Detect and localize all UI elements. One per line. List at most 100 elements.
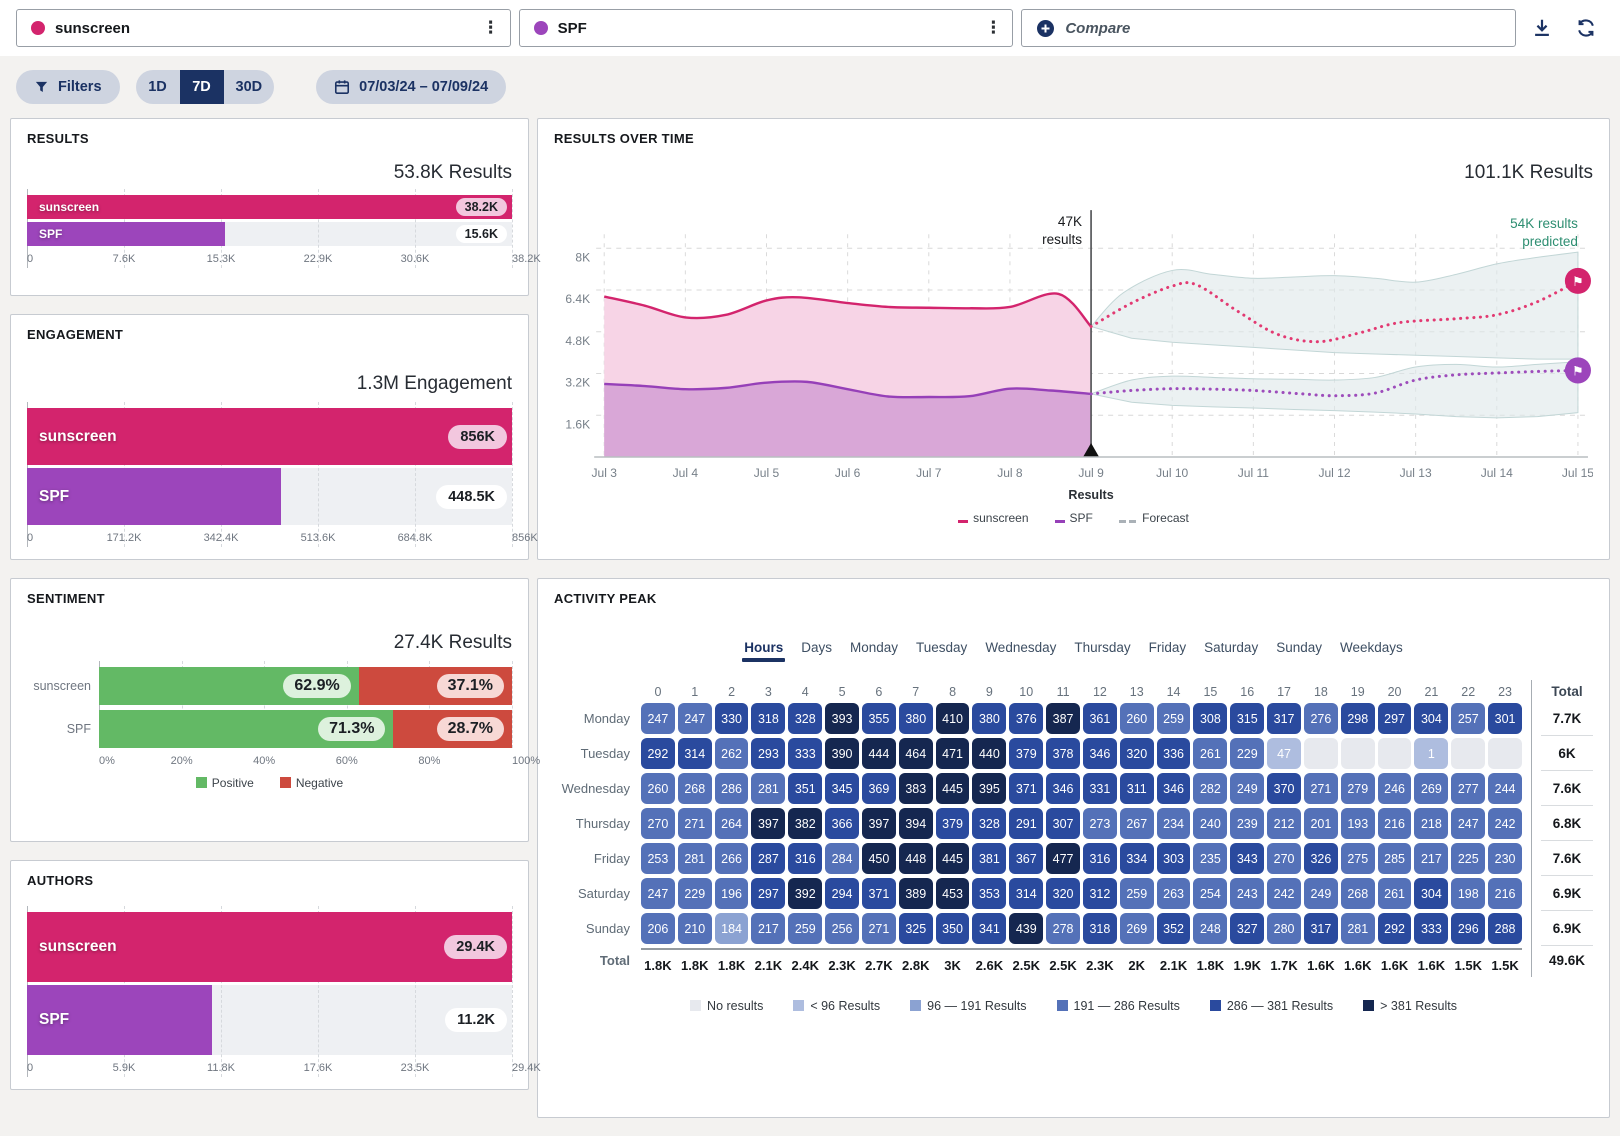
heatmap-cell[interactable]: 316 — [1083, 843, 1117, 874]
heatmap-cell[interactable]: 249 — [1230, 773, 1264, 804]
heatmap-cell[interactable]: 254 — [1193, 878, 1227, 909]
heatmap-cell[interactable]: 249 — [1304, 878, 1338, 909]
tab-sunday[interactable]: Sunday — [1276, 640, 1322, 662]
heatmap-cell[interactable] — [1451, 738, 1485, 769]
heatmap-cell[interactable]: 259 — [1120, 878, 1154, 909]
heatmap-cell[interactable]: 268 — [1341, 878, 1375, 909]
heatmap-cell[interactable]: 242 — [1488, 808, 1522, 839]
heatmap-cell[interactable]: 206 — [641, 913, 675, 944]
heatmap-cell[interactable]: 371 — [862, 878, 896, 909]
heatmap-cell[interactable]: 334 — [1120, 843, 1154, 874]
bar-SPF[interactable]: SPF — [27, 468, 281, 525]
heatmap-cell[interactable]: 246 — [1378, 773, 1412, 804]
kebab-menu-icon[interactable]: ⋮ — [480, 18, 502, 38]
heatmap-cell[interactable]: 288 — [1488, 913, 1522, 944]
heatmap-cell[interactable]: 271 — [862, 913, 896, 944]
heatmap-cell[interactable]: 212 — [1267, 808, 1301, 839]
heatmap-cell[interactable]: 269 — [1414, 773, 1448, 804]
heatmap-cell[interactable]: 345 — [825, 773, 859, 804]
heatmap-cell[interactable]: 308 — [1193, 703, 1227, 734]
heatmap-cell[interactable]: 326 — [1304, 843, 1338, 874]
segment-negative[interactable]: 37.1% — [359, 667, 512, 705]
heatmap-cell[interactable]: 239 — [1230, 808, 1264, 839]
heatmap-cell[interactable]: 262 — [715, 738, 749, 769]
heatmap-cell[interactable]: 230 — [1488, 843, 1522, 874]
heatmap-cell[interactable]: 267 — [1120, 808, 1154, 839]
heatmap-cell[interactable]: 216 — [1488, 878, 1522, 909]
heatmap-cell[interactable]: 387 — [1046, 703, 1080, 734]
heatmap-cell[interactable]: 282 — [1193, 773, 1227, 804]
heatmap-cell[interactable]: 287 — [751, 843, 785, 874]
heatmap-cell[interactable]: 393 — [825, 703, 859, 734]
heatmap-cell[interactable]: 243 — [1230, 878, 1264, 909]
tab-monday[interactable]: Monday — [850, 640, 898, 662]
download-button[interactable] — [1524, 10, 1560, 46]
heatmap-cell[interactable]: 361 — [1083, 703, 1117, 734]
heatmap-cell[interactable] — [1304, 738, 1338, 769]
heatmap-cell[interactable]: 264 — [715, 808, 749, 839]
heatmap-cell[interactable]: 184 — [715, 913, 749, 944]
heatmap-cell[interactable]: 279 — [1341, 773, 1375, 804]
segment-positive[interactable]: 71.3% — [99, 710, 393, 748]
heatmap-cell[interactable]: 277 — [1451, 773, 1485, 804]
heatmap-cell[interactable]: 293 — [751, 738, 785, 769]
tab-hours[interactable]: Hours — [744, 640, 783, 662]
heatmap-cell[interactable]: 392 — [788, 878, 822, 909]
heatmap-cell[interactable]: 229 — [678, 878, 712, 909]
heatmap-cell[interactable]: 410 — [936, 703, 970, 734]
heatmap-cell[interactable]: 312 — [1083, 878, 1117, 909]
heatmap-cell[interactable]: 234 — [1157, 808, 1191, 839]
heatmap-cell[interactable]: 1 — [1414, 738, 1448, 769]
heatmap-cell[interactable]: 464 — [899, 738, 933, 769]
heatmap-cell[interactable]: 320 — [1120, 738, 1154, 769]
heatmap-cell[interactable]: 390 — [825, 738, 859, 769]
heatmap-cell[interactable]: 253 — [641, 843, 675, 874]
heatmap-cell[interactable]: 444 — [862, 738, 896, 769]
heatmap-cell[interactable]: 307 — [1046, 808, 1080, 839]
range-option-30D[interactable]: 30D — [224, 70, 275, 104]
heatmap-cell[interactable]: 383 — [899, 773, 933, 804]
heatmap-cell[interactable]: 328 — [972, 808, 1006, 839]
heatmap-cell[interactable]: 217 — [751, 913, 785, 944]
refresh-button[interactable] — [1568, 10, 1604, 46]
heatmap-cell[interactable]: 355 — [862, 703, 896, 734]
heatmap-cell[interactable]: 477 — [1046, 843, 1080, 874]
heatmap-cell[interactable]: 297 — [1378, 703, 1412, 734]
heatmap-cell[interactable]: 242 — [1267, 878, 1301, 909]
heatmap-cell[interactable]: 382 — [788, 808, 822, 839]
heatmap-cell[interactable]: 260 — [641, 773, 675, 804]
heatmap-cell[interactable]: 333 — [1414, 913, 1448, 944]
heatmap-cell[interactable]: 248 — [1193, 913, 1227, 944]
heatmap-cell[interactable]: 271 — [1304, 773, 1338, 804]
heatmap-cell[interactable]: 257 — [1451, 703, 1485, 734]
heatmap-cell[interactable]: 317 — [1304, 913, 1338, 944]
heatmap-cell[interactable]: 280 — [1267, 913, 1301, 944]
heatmap-cell[interactable]: 439 — [1009, 913, 1043, 944]
heatmap-cell[interactable]: 304 — [1414, 878, 1448, 909]
heatmap-cell[interactable]: 328 — [788, 703, 822, 734]
heatmap-cell[interactable]: 380 — [899, 703, 933, 734]
compare-button[interactable]: Compare — [1021, 9, 1516, 47]
heatmap-cell[interactable]: 325 — [899, 913, 933, 944]
heatmap-cell[interactable]: 218 — [1414, 808, 1448, 839]
heatmap-cell[interactable]: 286 — [715, 773, 749, 804]
heatmap-cell[interactable] — [1341, 738, 1375, 769]
heatmap-cell[interactable]: 276 — [1304, 703, 1338, 734]
tab-saturday[interactable]: Saturday — [1204, 640, 1258, 662]
heatmap-cell[interactable]: 394 — [899, 808, 933, 839]
segment-negative[interactable]: 28.7% — [393, 710, 512, 748]
bar-sunscreen[interactable]: sunscreen — [27, 195, 512, 219]
heatmap-cell[interactable]: 311 — [1120, 773, 1154, 804]
heatmap-cell[interactable]: 266 — [715, 843, 749, 874]
tab-days[interactable]: Days — [801, 640, 832, 662]
heatmap-cell[interactable]: 292 — [1378, 913, 1412, 944]
heatmap-cell[interactable]: 350 — [936, 913, 970, 944]
heatmap-cell[interactable]: 440 — [972, 738, 1006, 769]
heatmap-cell[interactable]: 376 — [1009, 703, 1043, 734]
heatmap-cell[interactable]: 315 — [1230, 703, 1264, 734]
heatmap-cell[interactable]: 269 — [1120, 913, 1154, 944]
heatmap-cell[interactable]: 294 — [825, 878, 859, 909]
query-pill-sunscreen[interactable]: sunscreen ⋮ — [16, 9, 511, 47]
heatmap-cell[interactable] — [1488, 738, 1522, 769]
heatmap-cell[interactable]: 303 — [1157, 843, 1191, 874]
